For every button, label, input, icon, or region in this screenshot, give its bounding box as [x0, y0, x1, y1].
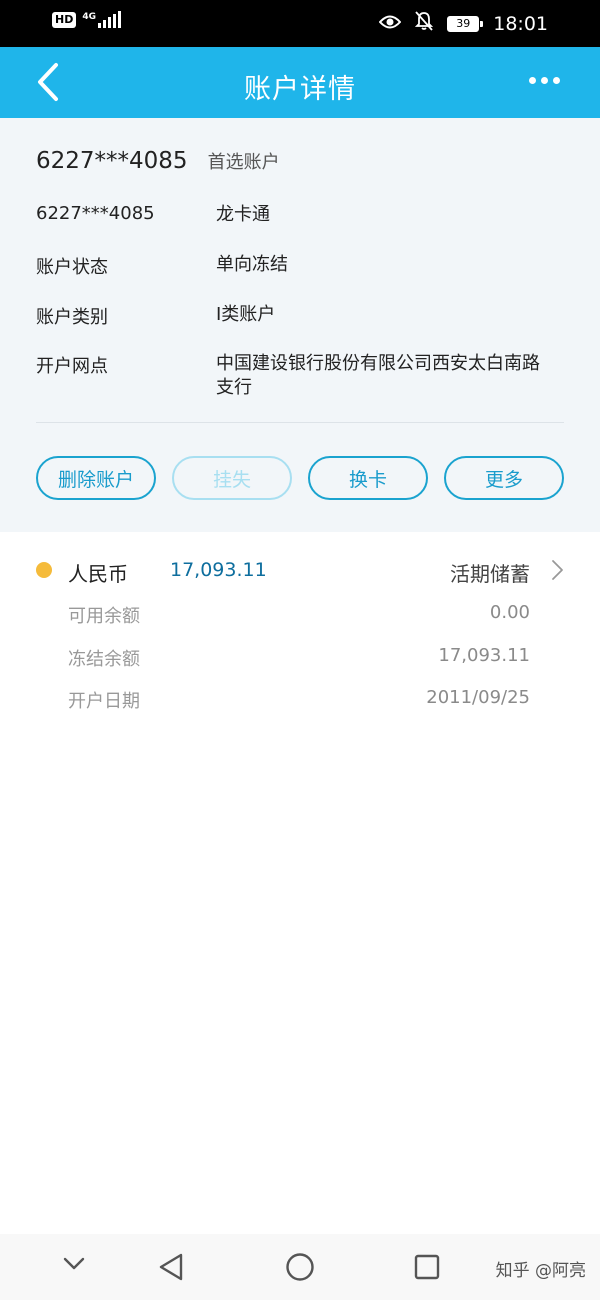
info-value: 龙卡通: [216, 204, 270, 225]
account-number: 6227***4085: [36, 148, 188, 174]
hd-badge: HD: [52, 12, 77, 28]
balance-value: 0.00: [489, 602, 530, 623]
info-value: 单向冻结: [216, 254, 288, 275]
status-left: HD 4G: [52, 11, 121, 28]
header-bar: 账户详情: [0, 47, 600, 118]
balance-amount: 17,093.11: [170, 559, 267, 581]
delete-account-button[interactable]: 删除账户: [36, 456, 156, 500]
network-type: 4G: [82, 12, 96, 22]
dot-icon: [553, 77, 560, 84]
info-label: 开户网点: [36, 356, 108, 377]
info-value: I类账户: [216, 304, 276, 325]
info-label: 账户类别: [36, 307, 108, 328]
info-value: 中国建设银行股份有限公司西安太白南路支行: [216, 353, 540, 398]
info-label: 6227***4085: [36, 203, 155, 224]
more-options-button[interactable]: [529, 77, 560, 84]
page-title: 账户详情: [244, 74, 356, 105]
dot-icon: [541, 77, 548, 84]
system-nav-bar: 知乎 @阿亮: [0, 1234, 600, 1300]
signal-icon: [98, 11, 121, 28]
more-button[interactable]: 更多: [444, 456, 564, 500]
network-indicator: 4G: [82, 11, 121, 28]
balance-value: 2011/09/25: [426, 687, 530, 708]
chevron-down-icon[interactable]: [62, 1256, 86, 1276]
status-bar: HD 4G 39 18:01: [0, 0, 600, 47]
preferred-account-tag: 首选账户: [207, 152, 280, 173]
back-triangle-icon[interactable]: [157, 1252, 185, 1286]
balance-value: 17,093.11: [438, 645, 530, 666]
home-circle-icon[interactable]: [285, 1252, 315, 1286]
product-type: 活期储蓄: [450, 562, 530, 586]
replace-card-button[interactable]: 换卡: [308, 456, 428, 500]
status-right: 39 18:01: [378, 11, 548, 36]
eye-icon: [378, 13, 402, 35]
report-loss-button: 挂失: [172, 456, 292, 500]
mute-bell-icon: [415, 11, 434, 36]
balance-label: 可用余额: [68, 606, 140, 627]
currency-dot-icon: [36, 562, 52, 578]
recent-apps-square-icon[interactable]: [413, 1253, 441, 1285]
clock: 18:01: [493, 12, 548, 35]
currency-label: 人民币: [68, 562, 128, 586]
account-header: 6227***4085 首选账户: [36, 148, 280, 174]
info-label: 账户状态: [36, 257, 108, 278]
dot-icon: [529, 77, 536, 84]
account-info-panel: 6227***4085 首选账户 6227***4085 龙卡通 账户状态 单向…: [0, 118, 600, 532]
watermark: 知乎 @阿亮: [495, 1261, 586, 1281]
battery-icon: 39: [447, 15, 484, 32]
divider: [36, 422, 564, 423]
balance-label: 冻结余额: [68, 649, 140, 670]
balance-label: 开户日期: [68, 691, 140, 712]
chevron-right-icon[interactable]: [548, 558, 566, 582]
